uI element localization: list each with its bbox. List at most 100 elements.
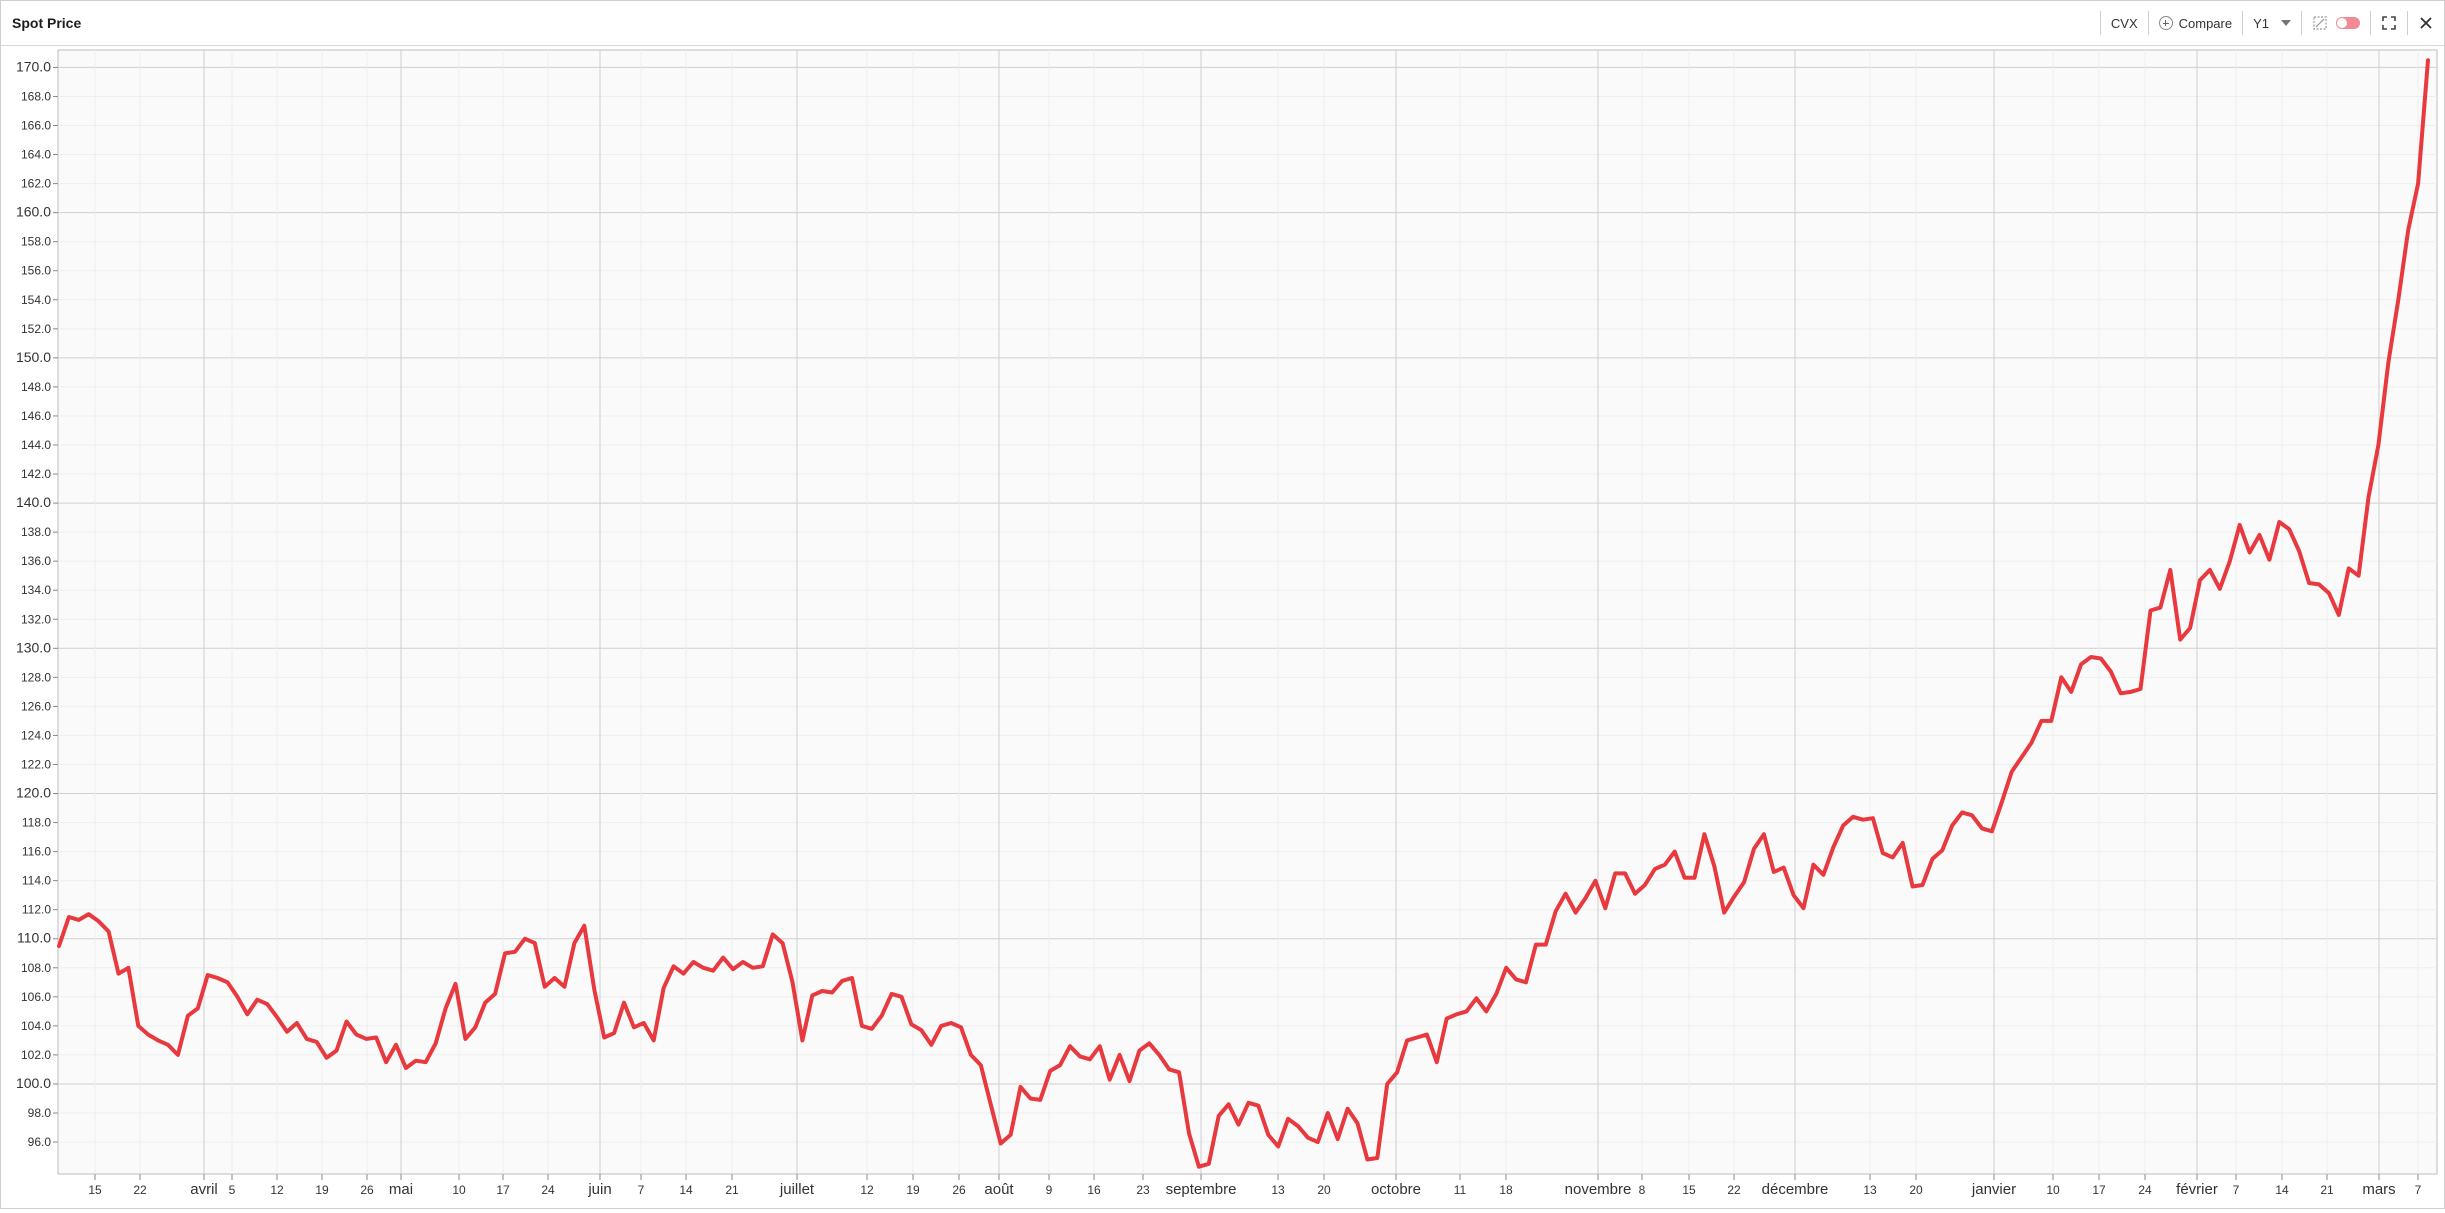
data-point — [1881, 851, 1885, 855]
price-chart[interactable]: 96.0 98.0 100.0 102.0 104.0 106.0 108.0 110.0 11… — [1, 46, 2444, 1208]
x-tick-label: 8 — [1639, 1183, 1646, 1197]
y-tick-label: 140.0 — [16, 494, 51, 510]
data-point — [1812, 863, 1815, 866]
data-point — [1891, 856, 1894, 859]
data-point — [2070, 690, 2073, 694]
data-point — [2238, 523, 2241, 527]
data-point — [1019, 1085, 1022, 1089]
data-point — [305, 1037, 308, 1041]
data-point — [1653, 867, 1657, 871]
data-point — [2268, 558, 2271, 561]
data-point — [1029, 1097, 1032, 1100]
data-point — [1792, 894, 1795, 897]
data-point — [761, 965, 764, 968]
toggle-switch[interactable] — [2336, 17, 2360, 29]
data-point — [1861, 818, 1865, 821]
data-point — [1663, 863, 1667, 866]
data-point — [1842, 824, 1845, 827]
data-point — [920, 1029, 923, 1032]
data-point — [603, 1036, 606, 1039]
data-point — [1960, 811, 1964, 814]
x-tick-label: 5 — [229, 1183, 236, 1197]
data-point — [196, 1007, 199, 1010]
data-point — [1970, 814, 1974, 817]
data-point — [1346, 1107, 1349, 1110]
data-point — [404, 1066, 408, 1070]
data-point — [2169, 568, 2172, 572]
x-tick-label: 22 — [1727, 1183, 1741, 1197]
data-point — [2426, 59, 2430, 62]
data-point — [1782, 866, 1785, 869]
fullscreen-icon — [2382, 16, 2396, 30]
data-point — [2198, 578, 2202, 582]
data-point — [1009, 1133, 1012, 1137]
x-tick-label: 15 — [1682, 1183, 1696, 1197]
close-button[interactable] — [2408, 1, 2444, 45]
x-tick-label: 19 — [906, 1183, 920, 1197]
data-point — [1623, 872, 1627, 875]
ticker-button[interactable]: CVX — [2101, 1, 2148, 45]
compare-label: Compare — [2178, 15, 2233, 31]
data-point — [1534, 943, 1538, 946]
y-tick-label: 104.0 — [21, 1019, 51, 1033]
data-point — [365, 1037, 368, 1041]
data-point — [1544, 943, 1548, 946]
x-tick-label: 13 — [1271, 1183, 1285, 1197]
y-tick-label: 148.0 — [21, 380, 51, 394]
data-point — [434, 1042, 437, 1045]
data-point — [315, 1040, 318, 1044]
data-point — [821, 989, 824, 993]
data-point — [543, 985, 546, 988]
x-tick-label: 22 — [133, 1183, 147, 1197]
x-tick-label: 7 — [2233, 1183, 2240, 1197]
compare-button[interactable]: Compare — [2149, 1, 2242, 45]
x-tick-label: mai — [389, 1181, 413, 1198]
data-point — [870, 1027, 873, 1031]
data-point — [1514, 978, 1518, 981]
data-point — [1425, 1033, 1429, 1036]
x-tick-label: 13 — [1863, 1183, 1877, 1197]
chart-panel: Spot Price CVX Compare Y1 96.0 98.0 100.… — [0, 0, 2445, 1209]
data-point — [553, 976, 556, 980]
y-tick-label: 130.0 — [16, 639, 51, 655]
data-point — [1614, 872, 1617, 875]
data-point — [1990, 830, 1994, 833]
y-tick-label: 160.0 — [16, 204, 51, 220]
data-point — [2109, 670, 2112, 673]
data-point — [67, 915, 71, 919]
data-point — [1713, 864, 1716, 868]
y-tick-label: 114.0 — [22, 874, 51, 888]
data-point — [1495, 992, 1498, 996]
x-tick-label: 15 — [88, 1183, 102, 1197]
data-point — [2397, 298, 2400, 301]
x-tick-label: 17 — [496, 1183, 510, 1197]
data-point — [1118, 1053, 1121, 1057]
data-point — [513, 950, 517, 953]
data-point — [1465, 1010, 1468, 1013]
reset-zoom-button[interactable] — [2302, 1, 2370, 45]
y-tick-label: 168.0 — [21, 89, 51, 103]
x-tick-label: 9 — [1046, 1183, 1053, 1197]
data-point — [811, 994, 814, 997]
data-point — [454, 982, 457, 985]
fullscreen-button[interactable] — [2371, 1, 2407, 45]
x-tick-label: 21 — [725, 1183, 739, 1197]
data-point — [1723, 911, 1726, 914]
data-point — [2327, 591, 2331, 595]
data-point — [2030, 741, 2033, 744]
data-point — [384, 1061, 388, 1064]
x-tick-label: 7 — [638, 1183, 645, 1197]
data-point — [2377, 443, 2380, 447]
chart-area[interactable]: 96.0 98.0 100.0 102.0 104.0 106.0 108.0 110.0 11… — [1, 46, 2444, 1208]
x-tick-label: janvier — [1971, 1181, 2016, 1198]
period-select[interactable]: Y1 — [2243, 1, 2301, 45]
data-point — [2248, 551, 2251, 554]
x-tick-label: 16 — [1087, 1183, 1101, 1197]
add-circle-icon — [2158, 16, 2173, 30]
plot-background — [57, 49, 2438, 1175]
x-tick-label: 10 — [2046, 1183, 2060, 1197]
data-point — [2278, 520, 2281, 524]
data-point — [1356, 1122, 1359, 1125]
data-point — [2159, 606, 2162, 609]
y-tick-label: 108.0 — [21, 961, 51, 975]
